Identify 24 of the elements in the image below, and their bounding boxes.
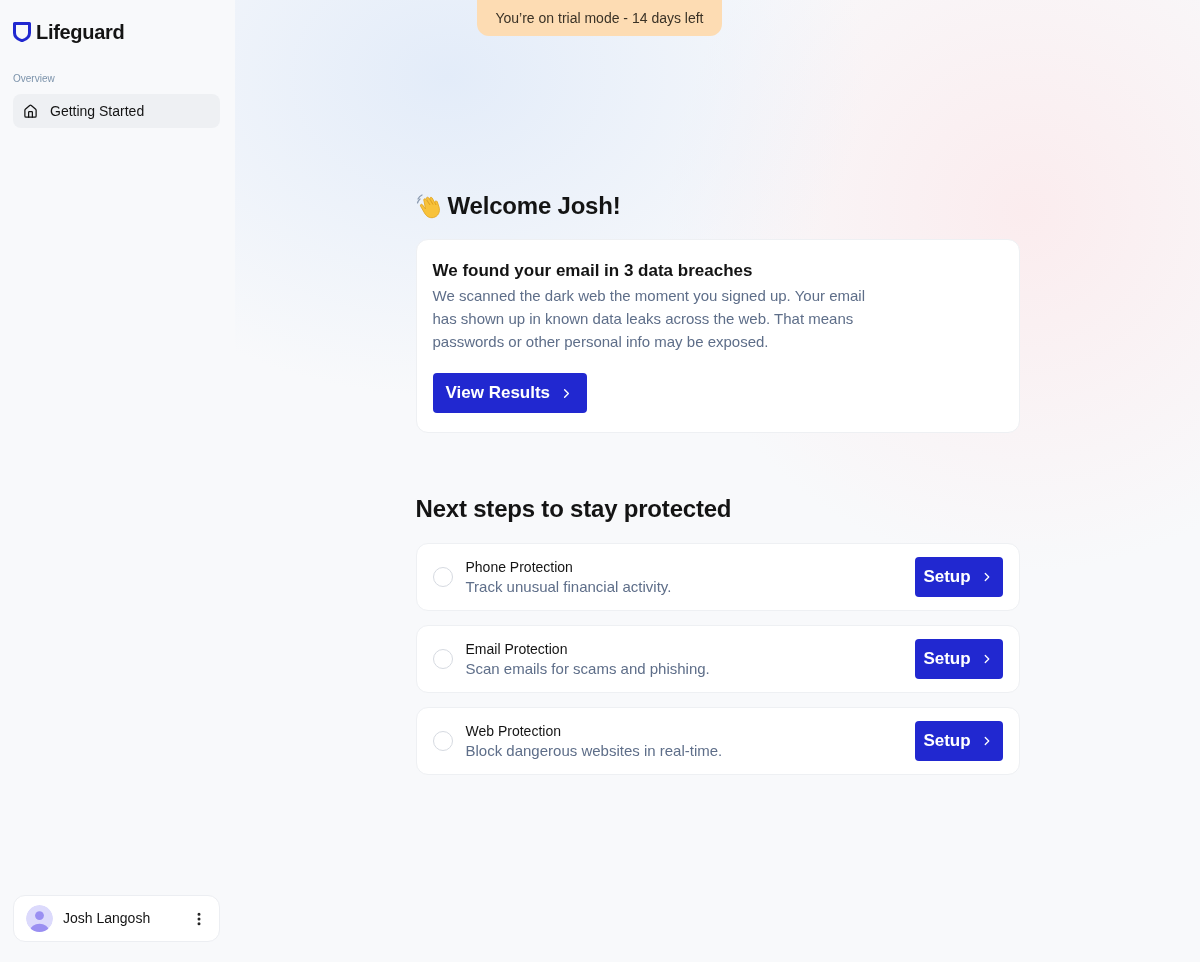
step-description: Track unusual financial activity. — [465, 576, 673, 597]
shield-logo-icon — [13, 22, 31, 42]
section-heading: Next steps to stay protected — [415, 494, 733, 524]
user-name: Josh Langosh — [63, 909, 152, 928]
home-icon — [23, 103, 38, 119]
sidebar-nav-item[interactable]: Getting Started — [13, 94, 220, 128]
step-description: Block dangerous websites in real-time. — [465, 740, 724, 761]
section-label: Overview — [13, 72, 55, 86]
alert-title: We found your email in 3 data breaches — [432, 260, 753, 281]
trial-banner: You’re on trial mode - 14 days left — [477, 0, 722, 36]
step-title: Web Protection — [465, 721, 562, 740]
setup-button[interactable]: Setup — [914, 557, 1003, 597]
user-card[interactable]: Josh Langosh — [13, 895, 220, 942]
step-title: Email Protection — [465, 639, 569, 658]
alert-description: We scanned the dark web the moment you signed up. Your email has shown up in known data leaks across the web. That means passwords or other personal info may be exposed. — [432, 286, 866, 352]
view-results-button[interactable]: View Results — [432, 373, 588, 413]
step-title: Phone Protection — [465, 557, 574, 576]
welcome-heading: Welcome Josh! — [447, 191, 621, 221]
setup-button[interactable]: Setup — [914, 639, 1003, 679]
avatar-icon — [26, 905, 53, 932]
step-description: Scan emails for scams and phishing. — [465, 658, 711, 679]
app-logo-text: Lifeguard — [36, 20, 125, 45]
setup-button[interactable]: Setup — [914, 721, 1003, 761]
waving-hand-icon — [415, 193, 442, 219]
